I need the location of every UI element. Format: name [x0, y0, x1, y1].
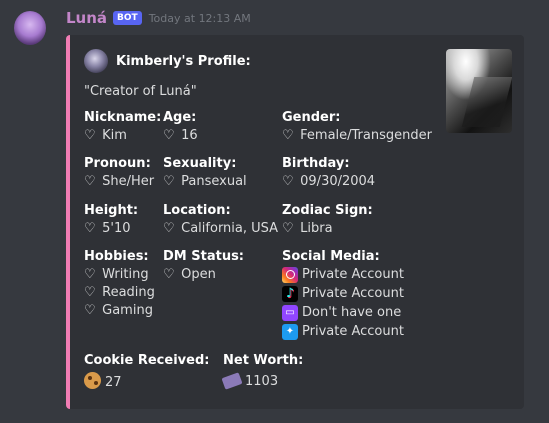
heart-icon: ♡ — [84, 174, 96, 189]
field-gender: Gender: ♡ Female/Transgender — [282, 110, 432, 145]
profile-embed: Kimberly's Profile: "Creator of Luná" Ni… — [66, 35, 524, 409]
field-value: ♡ She/Her — [84, 174, 155, 189]
heart-icon: ♡ — [84, 285, 96, 300]
bot-avatar[interactable] — [14, 11, 46, 45]
field-name: Gender: — [282, 110, 341, 125]
field-name: Social Media: — [282, 249, 380, 264]
heart-icon: ♡ — [84, 267, 96, 282]
field-birthday: Birthday: ♡ 09/30/2004 — [282, 156, 375, 191]
embed-description: "Creator of Luná" — [84, 84, 197, 99]
field-height: Height: ♡ 5'10 — [84, 203, 138, 238]
field-pronoun: Pronoun: ♡ She/Her — [84, 156, 154, 191]
embed-author: Kimberly's Profile: — [84, 49, 251, 73]
heart-icon: ♡ — [282, 221, 294, 236]
field-age: Age: ♡ 16 — [163, 110, 198, 145]
field-value: ♡ 09/30/2004 — [282, 174, 376, 189]
field-net-worth: Net Worth: 1103 — [221, 353, 304, 391]
field-name: Location: — [163, 203, 231, 218]
embed-author-name: Kimberly's Profile: — [116, 53, 251, 69]
heart-icon: ♡ — [163, 221, 175, 236]
field-hobbies: Hobbies: ♡ Writing ♡ Reading ♡ Gaming — [84, 249, 155, 320]
field-name: Hobbies: — [84, 249, 149, 264]
field-value: ♡ California, USA — [163, 221, 279, 236]
field-value: 1103 — [221, 372, 303, 391]
social-item-twitch: ▭ Don't have one — [282, 303, 404, 322]
instagram-icon — [282, 266, 298, 283]
heart-icon: ♡ — [282, 174, 294, 189]
field-name: Birthday: — [282, 156, 350, 171]
hobby-item: ♡ Gaming — [84, 303, 153, 318]
hobby-item: ♡ Writing — [84, 267, 149, 282]
bot-badge: BOT — [113, 11, 142, 25]
tiktok-icon: ♪ — [282, 285, 298, 302]
embed-thumbnail[interactable] — [446, 49, 512, 133]
field-value: ♡ Kim — [84, 128, 127, 143]
heart-icon: ♡ — [84, 128, 96, 143]
heart-icon: ♡ — [163, 267, 175, 282]
field-name: Zodiac Sign: — [282, 203, 373, 218]
cookie-icon — [84, 372, 101, 389]
field-value: ♡ Libra — [282, 221, 333, 236]
field-name: Height: — [84, 203, 139, 218]
field-name: Pronoun: — [84, 156, 151, 171]
hobby-item: ♡ Reading — [84, 285, 155, 300]
heart-icon: ♡ — [163, 174, 175, 189]
social-item-instagram: Private Account — [282, 265, 404, 284]
field-value: 27 — [84, 372, 209, 392]
social-item-tiktok: ♪ Private Account — [282, 284, 404, 303]
field-cookies-received: Cookie Received: 27 — [84, 353, 209, 392]
money-icon — [221, 372, 243, 390]
field-name: Cookie Received: — [84, 353, 210, 368]
timestamp[interactable]: Today at 12:13 AM — [149, 12, 251, 25]
field-value: ♡ Female/Transgender — [282, 128, 432, 143]
field-name: Net Worth: — [223, 353, 304, 368]
heart-icon: ♡ — [84, 303, 96, 318]
field-value: ♡ Pansexual — [163, 174, 247, 189]
field-dm-status: DM Status: ♡ Open — [163, 249, 244, 284]
field-social-media: Social Media: Private Account ♪ Private … — [282, 249, 404, 341]
twitter-icon: ✦ — [282, 323, 298, 340]
field-name: Sexuality: — [163, 156, 237, 171]
heart-icon: ♡ — [282, 128, 294, 143]
field-name: DM Status: — [163, 249, 245, 264]
field-name: Nickname: — [84, 110, 162, 125]
field-value: ♡ Open — [163, 267, 216, 282]
author-avatar-icon — [84, 49, 108, 73]
field-zodiac-sign: Zodiac Sign: ♡ Libra — [282, 203, 373, 238]
social-item-twitter: ✦ Private Account — [282, 322, 404, 341]
field-name: Age: — [163, 110, 197, 125]
heart-icon: ♡ — [84, 221, 96, 236]
field-location: Location: ♡ California, USA — [163, 203, 278, 238]
field-value: ♡ 16 — [163, 128, 198, 143]
username[interactable]: Luná — [66, 9, 107, 27]
field-sexuality: Sexuality: ♡ Pansexual — [163, 156, 247, 191]
message-header: Luná BOT Today at 12:13 AM — [66, 9, 251, 27]
field-nickname: Nickname: ♡ Kim — [84, 110, 161, 145]
twitch-icon: ▭ — [282, 304, 298, 321]
heart-icon: ♡ — [163, 128, 175, 143]
field-value: ♡ 5'10 — [84, 221, 131, 236]
